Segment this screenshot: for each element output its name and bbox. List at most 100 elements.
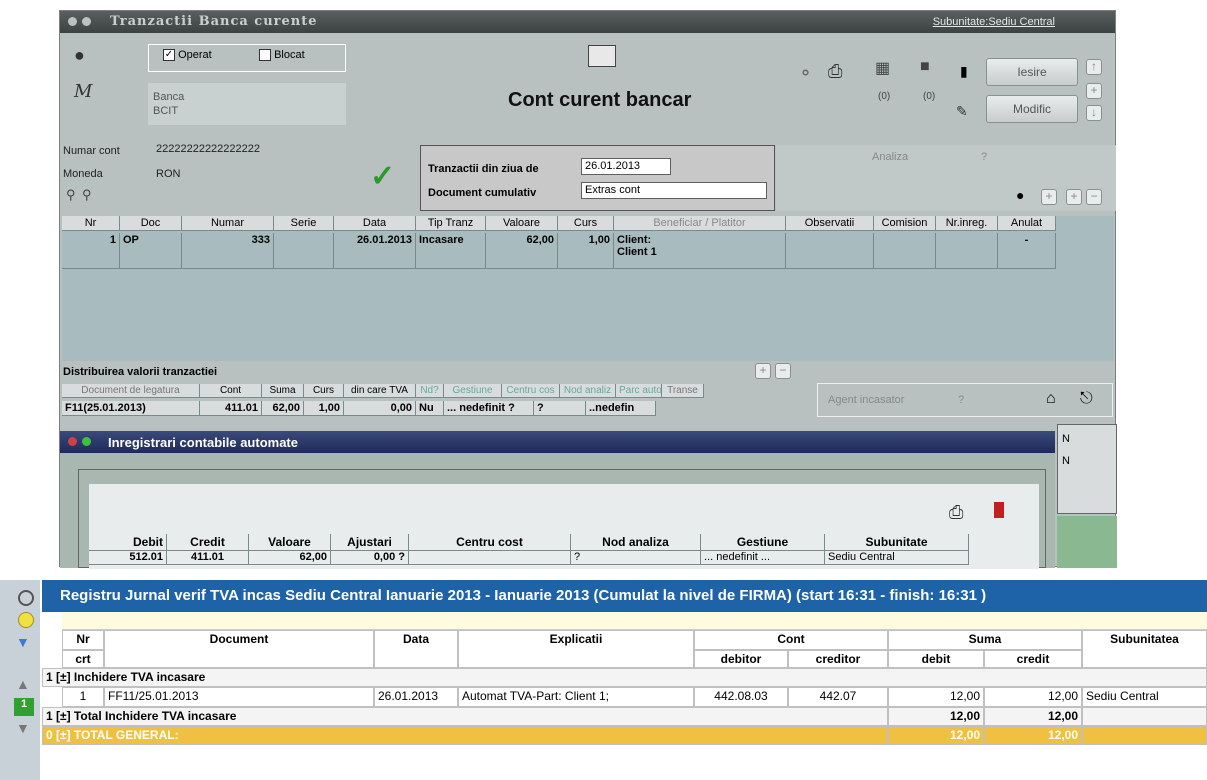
tranz-date-input[interactable]: 26.01.2013: [581, 158, 671, 175]
col-centru[interactable]: Centru cos: [502, 384, 560, 398]
col-debit[interactable]: debit: [888, 650, 984, 668]
col-centru-cost[interactable]: Centru cost: [409, 534, 571, 551]
col-data[interactable]: Data: [334, 216, 416, 231]
door-icon[interactable]: ▮: [960, 63, 968, 80]
blocat-checkbox[interactable]: Blocat: [259, 49, 305, 62]
col-doc-legatura[interactable]: Document de legatura: [62, 384, 200, 398]
col-nr[interactable]: Nr: [62, 630, 104, 650]
distrib-row[interactable]: F11(25.01.2013) 411.01 62,00 1,00 0,00 N…: [62, 401, 656, 416]
calendar-edit-icon[interactable]: [588, 45, 616, 67]
modific-button[interactable]: Modific: [986, 95, 1078, 123]
col-debitor[interactable]: debitor: [694, 650, 788, 668]
validate-check-icon[interactable]: ✓: [370, 159, 395, 194]
doc-cumulativ-input[interactable]: Extras cont: [581, 182, 767, 199]
cell-nd: Nu: [416, 401, 444, 416]
col-crt: crt: [62, 650, 104, 668]
no-entry-icon[interactable]: [18, 590, 34, 606]
col-curs[interactable]: Curs: [304, 384, 344, 398]
tranz-label: Tranzactii din ziua de: [428, 163, 539, 175]
subunitate-link[interactable]: Subunitate:Sediu Central: [933, 16, 1055, 28]
col-cont[interactable]: Cont: [200, 384, 262, 398]
filter-row[interactable]: [62, 612, 1207, 630]
red-dot-icon[interactable]: [68, 437, 77, 446]
green-dot-icon[interactable]: [82, 437, 91, 446]
bulb-icon[interactable]: ⚬: [798, 63, 813, 84]
inreg-exit-icon[interactable]: [994, 502, 1004, 518]
add-2-icon[interactable]: +: [1066, 189, 1082, 205]
col-suma[interactable]: Suma: [262, 384, 304, 398]
col-document[interactable]: Document: [104, 630, 374, 668]
col-serie[interactable]: Serie: [274, 216, 334, 231]
money-bag-small-icon[interactable]: ●: [1016, 187, 1024, 203]
group-row[interactable]: 1 [±] Inchidere TVA incasare: [42, 668, 1207, 687]
col-credit[interactable]: credit: [984, 650, 1082, 668]
col-curs[interactable]: Curs: [558, 216, 614, 231]
yellow-circle-icon[interactable]: [18, 612, 34, 628]
money-bag-icon[interactable]: ●: [74, 45, 85, 66]
general-label[interactable]: 0 [±] TOTAL GENERAL:: [42, 726, 888, 745]
col-parc[interactable]: Parc auto: [616, 384, 662, 398]
zoom-plus-icon[interactable]: ⚲: [82, 187, 92, 203]
pen-icon[interactable]: ✎: [956, 103, 968, 120]
col-nrinreg[interactable]: Nr.inreg.: [936, 216, 998, 231]
calculator-icon[interactable]: ▦: [875, 58, 890, 78]
plus-icon[interactable]: +: [1086, 83, 1102, 99]
distrib-minus-icon[interactable]: −: [775, 363, 791, 379]
col-gestiune[interactable]: Gestiune: [444, 384, 502, 398]
add-icon[interactable]: +: [1041, 189, 1057, 205]
scroll-down-icon[interactable]: ▼: [16, 720, 30, 736]
col-tip-tranz[interactable]: Tip Tranz: [416, 216, 486, 231]
col-debit[interactable]: Debit: [89, 534, 167, 551]
arrow-up-icon[interactable]: ↑: [1086, 59, 1102, 75]
operat-checkbox[interactable]: ✓ Operat: [163, 49, 212, 62]
m-icon[interactable]: M: [74, 81, 92, 102]
col-gestiune[interactable]: Gestiune: [701, 534, 825, 551]
col-cont[interactable]: Cont: [694, 630, 888, 650]
cell-subunitate: Sediu Central: [825, 550, 969, 565]
close-dot-icon[interactable]: [68, 17, 77, 26]
col-doc[interactable]: Doc: [120, 216, 182, 231]
col-nod[interactable]: Nod analiz: [560, 384, 616, 398]
col-observatii[interactable]: Observatii: [786, 216, 874, 231]
col-explicatii[interactable]: Explicatii: [458, 630, 694, 668]
inreg-row[interactable]: 512.01 411.01 62,00 0,00 ? ? ... nedefin…: [89, 550, 969, 565]
inreg-printer-icon[interactable]: ⎙: [949, 502, 963, 523]
col-numar[interactable]: Numar: [182, 216, 274, 231]
inreg-dialog: Inregistrari contabile automate ⎙ Debit …: [60, 431, 1055, 569]
col-nd[interactable]: Nd?: [416, 384, 444, 398]
col-suma[interactable]: Suma: [888, 630, 1082, 650]
total-label[interactable]: 1 [±] Total Inchidere TVA incasare: [42, 707, 888, 726]
col-nr[interactable]: Nr: [62, 216, 120, 231]
bank-window: Tranzactii Banca curente Subunitate:Sedi…: [59, 10, 1117, 569]
folder-icon[interactable]: ■: [920, 58, 930, 76]
col-data[interactable]: Data: [374, 630, 458, 668]
col-ajustari[interactable]: Ajustari: [331, 534, 409, 551]
iesire-button[interactable]: Iesire: [986, 58, 1078, 86]
zoom-icon[interactable]: ⚲: [66, 187, 76, 203]
col-transe[interactable]: Transe: [662, 384, 704, 398]
distrib-add-icon[interactable]: +: [755, 363, 771, 379]
table-row[interactable]: 1 OP 333 26.01.2013 Incasare 62,00 1,00 …: [62, 233, 1056, 269]
col-valoare[interactable]: Valoare: [249, 534, 331, 551]
col-creditor[interactable]: creditor: [788, 650, 888, 668]
minus-icon[interactable]: −: [1086, 189, 1102, 205]
arrow-down-icon[interactable]: ↓: [1086, 105, 1102, 121]
col-nod-analiza[interactable]: Nod analiza: [571, 534, 701, 551]
car-icon[interactable]: ⎋: [1080, 390, 1093, 408]
col-subunitate[interactable]: Subunitate: [825, 534, 969, 551]
printer-icon[interactable]: ⎙: [828, 61, 842, 82]
scroll-up-icon[interactable]: ▲: [16, 676, 30, 692]
house-icon[interactable]: ⌂: [1046, 390, 1056, 408]
col-beneficiar[interactable]: Beneficiar / Platitor: [614, 216, 786, 231]
minimize-dot-icon[interactable]: [82, 17, 91, 26]
cell-document[interactable]: FF11/25.01.2013: [104, 687, 374, 707]
col-valoare[interactable]: Valoare: [486, 216, 558, 231]
col-tva[interactable]: din care TVA: [344, 384, 416, 398]
filter-icon[interactable]: ▼: [16, 634, 30, 650]
col-comision[interactable]: Comision: [874, 216, 936, 231]
col-subunitatea[interactable]: Subunitatea: [1082, 630, 1207, 668]
col-credit[interactable]: Credit: [167, 534, 249, 551]
cell-explicatii: Automat TVA-Part: Client 1;: [458, 687, 694, 707]
col-anulat[interactable]: Anulat: [998, 216, 1056, 231]
page-number[interactable]: 1: [14, 698, 34, 716]
